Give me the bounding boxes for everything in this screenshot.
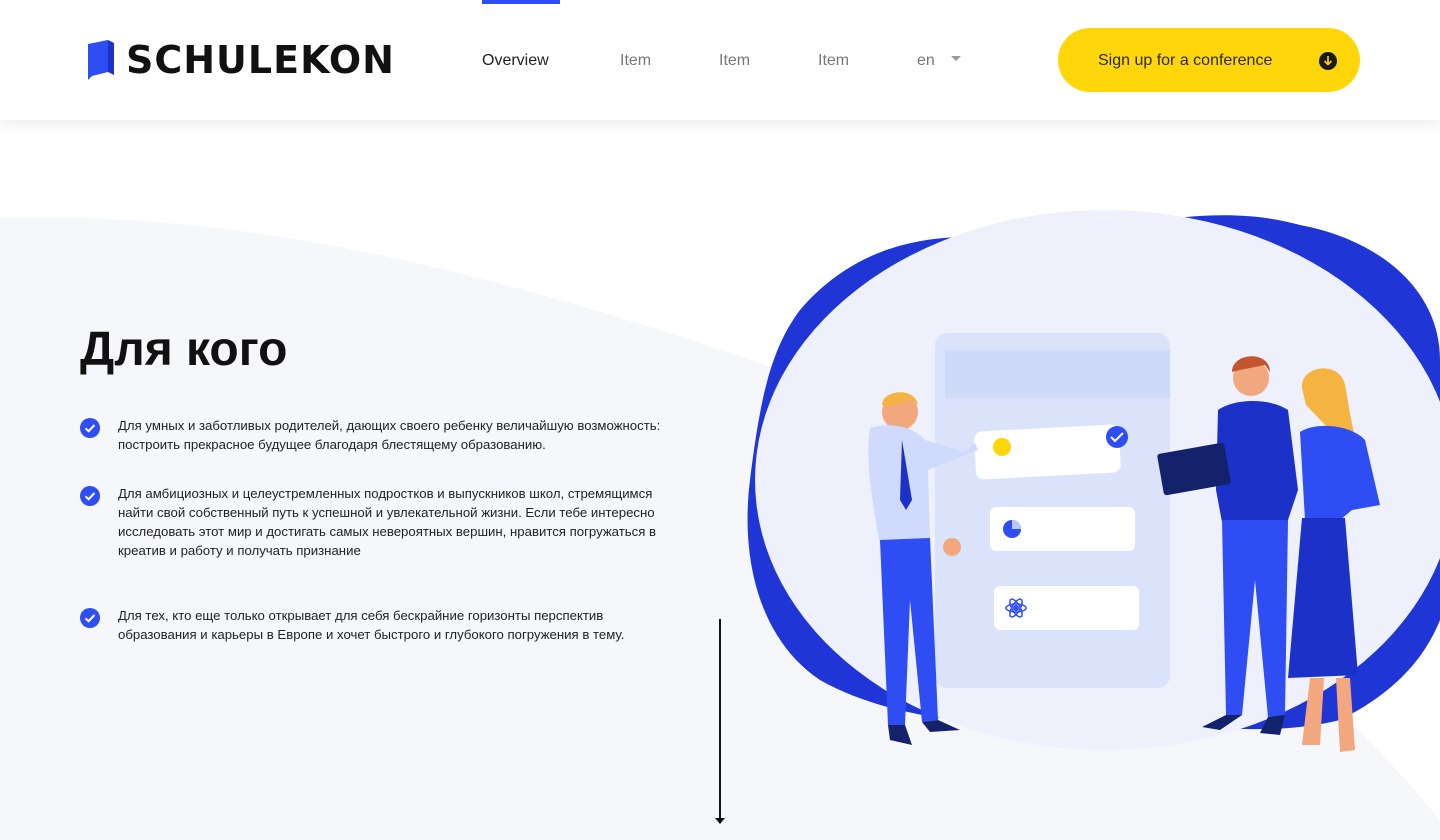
nav-item-2[interactable]: Item: [719, 52, 750, 70]
signup-button-label: Sign up for a conference: [1098, 52, 1273, 69]
logo[interactable]: SCHULEKON: [86, 40, 395, 80]
language-value: en: [917, 52, 935, 69]
scroll-down-line: [719, 619, 721, 819]
team-illustration: [747, 210, 1440, 752]
feature-text: Для амбициозных и целеустремленных подро…: [118, 486, 657, 558]
download-arrow-icon: [1319, 52, 1337, 70]
site-header: SCHULEKON Overview Item Item Item en Sig…: [0, 0, 1440, 120]
check-circle-icon: [80, 418, 100, 438]
feature-text: Для умных и заботливых родителей, дающих…: [118, 418, 661, 452]
nav-item-3[interactable]: Item: [818, 52, 849, 70]
language-select[interactable]: en: [917, 52, 961, 70]
check-circle-icon: [80, 608, 100, 628]
nav-active-indicator: [482, 0, 560, 4]
logo-text: SCHULEKON: [126, 38, 395, 82]
book-logo-icon: [88, 40, 114, 80]
nav-item-overview[interactable]: Overview: [482, 52, 549, 70]
section-title: Для кого: [80, 323, 288, 376]
check-circle-icon: [80, 486, 100, 506]
caret-down-icon: [950, 55, 961, 61]
arrow-down-icon: [715, 818, 725, 824]
feature-text: Для тех, кто еще только открывает для се…: [118, 608, 625, 642]
signup-conference-button[interactable]: Sign up for a conference: [1058, 28, 1360, 92]
nav-item-1[interactable]: Item: [620, 52, 651, 70]
